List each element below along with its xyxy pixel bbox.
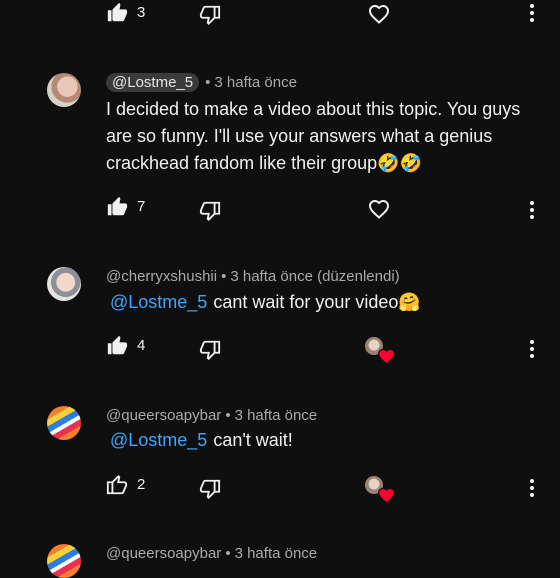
dislike-icon[interactable]: [199, 339, 221, 361]
mention-link[interactable]: @Lostme_5: [110, 292, 207, 312]
creator-heart-icon: [377, 487, 396, 504]
username-chip[interactable]: @Lostme_5: [106, 73, 200, 92]
like-count: 4: [137, 337, 146, 354]
comment-meta: @queersoapybar • 3 hafta önce: [106, 407, 318, 424]
dislike-icon[interactable]: [199, 478, 221, 500]
creator-heart-icon: [377, 348, 396, 365]
comment-meta: @queersoapybar • 3 hafta önce: [106, 545, 318, 562]
comment-body: cant wait for your video🤗: [213, 292, 421, 312]
comment-meta: @cherryxshushii • 3 hafta önce (düzenlendi…: [106, 268, 400, 285]
more-options-icon[interactable]: [530, 201, 534, 222]
avatar[interactable]: [47, 73, 81, 107]
timestamp: 3 hafta önce: [214, 74, 297, 91]
avatar[interactable]: [47, 406, 81, 440]
username[interactable]: @cherryxshushii: [106, 268, 217, 285]
like-icon-filled[interactable]: [106, 196, 128, 218]
dislike-icon[interactable]: [199, 200, 221, 222]
comment-body: can't wait!: [213, 430, 293, 450]
like-icon-filled[interactable]: [106, 335, 128, 357]
heart-icon[interactable]: [367, 2, 391, 26]
like-count: 7: [137, 198, 146, 215]
more-options-icon[interactable]: [530, 479, 534, 500]
heart-icon[interactable]: [367, 197, 391, 221]
like-icon[interactable]: [106, 474, 128, 496]
dislike-icon[interactable]: [199, 4, 221, 26]
username[interactable]: @queersoapybar: [106, 407, 221, 424]
like-count: 3: [137, 4, 146, 21]
mention-link[interactable]: @Lostme_5: [110, 430, 207, 450]
more-options-icon[interactable]: [530, 340, 534, 361]
like-count: 2: [137, 476, 146, 493]
more-options-icon[interactable]: [530, 4, 534, 25]
comment-text: I decided to make a video about this top…: [106, 99, 521, 173]
avatar[interactable]: [47, 267, 81, 301]
comment-text: @Lostme_5 cant wait for your video🤗: [106, 289, 536, 316]
comment-text: @Lostme_5 can't wait!: [106, 427, 536, 454]
like-icon-filled[interactable]: [106, 2, 128, 24]
timestamp: 3 hafta önce: [234, 545, 318, 562]
comment-meta: @Lostme_5 • 3 hafta önce: [106, 73, 297, 92]
timestamp: 3 hafta önce (düzenlendi): [230, 268, 400, 285]
avatar[interactable]: [47, 544, 81, 578]
username[interactable]: @queersoapybar: [106, 545, 221, 562]
timestamp: 3 hafta önce: [234, 407, 318, 424]
